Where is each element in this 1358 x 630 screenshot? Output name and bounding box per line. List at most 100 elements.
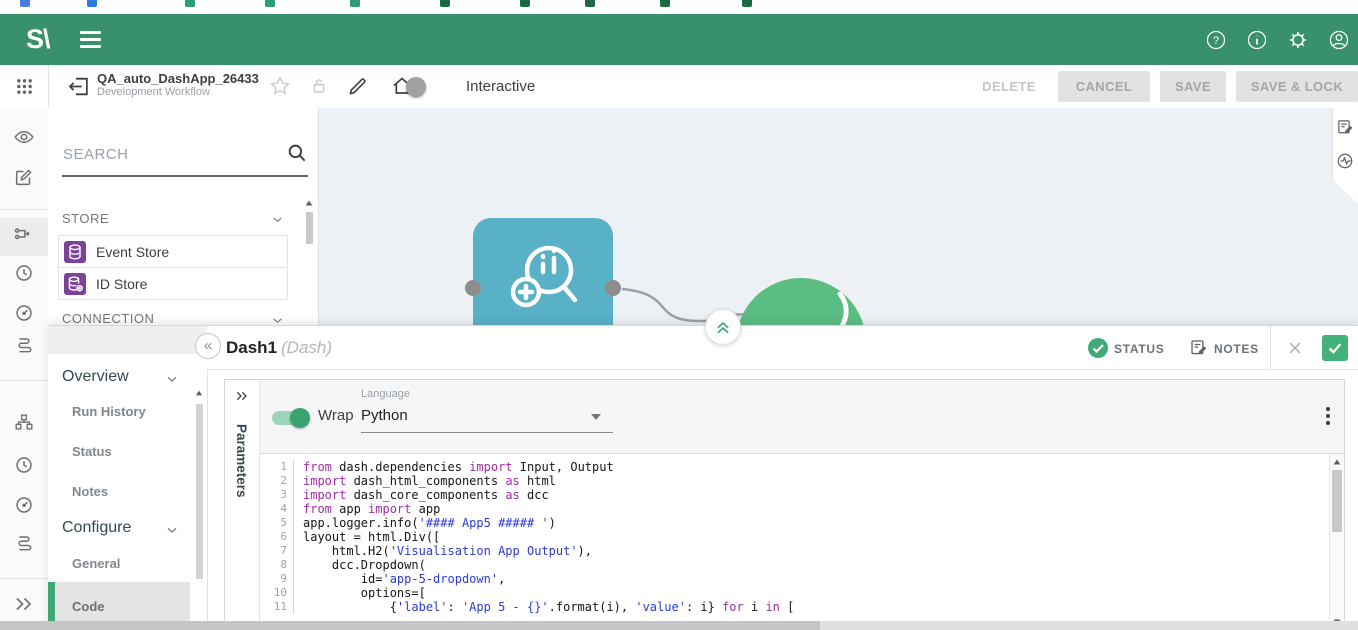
browser-tab-favicon[interactable] [520, 0, 530, 7]
activity-pulse-icon[interactable] [1336, 152, 1354, 170]
browser-tab-favicon[interactable] [185, 0, 195, 7]
node-palette: STORE Event Store ID Store CONNECTION [48, 108, 319, 325]
line-number: 11 [260, 600, 294, 614]
code-editor[interactable]: 1from dash.dependencies import Input, Ou… [260, 454, 1330, 630]
search-input[interactable] [61, 140, 285, 168]
editor-vertical-scrollbar[interactable] [1329, 454, 1344, 630]
expand-rail-chevrons-icon[interactable] [0, 586, 48, 622]
collapse-panel-left-icon[interactable]: « [195, 333, 221, 359]
window-horizontal-scrollbar[interactable] [0, 621, 1358, 630]
line-number: 1 [260, 460, 294, 474]
node-output-port[interactable] [605, 280, 621, 296]
panel-header: Dash1 (Dash) STATUS NOTES [207, 326, 1358, 370]
status-check-icon[interactable] [1088, 338, 1108, 358]
nav-item-general[interactable]: General [72, 556, 120, 571]
status-button[interactable]: STATUS [1114, 342, 1164, 356]
browser-tab-favicon[interactable] [87, 0, 97, 7]
editor-menu-kebab-icon[interactable] [1326, 407, 1330, 425]
browser-tab-favicon[interactable] [660, 0, 670, 7]
editor-scrollbar-thumb[interactable] [1332, 470, 1342, 532]
search-icon[interactable] [286, 142, 309, 165]
notes-button[interactable]: NOTES [1214, 342, 1259, 356]
code-line: 9 id='app-5-dropdown', [260, 572, 1330, 586]
dashboard-gauge-icon-2[interactable] [0, 487, 48, 523]
scroll-up-icon[interactable] [1334, 459, 1341, 464]
apply-checkbox[interactable] [1322, 335, 1348, 361]
nav-scrollbar-thumb[interactable] [196, 404, 203, 579]
history-clock-icon[interactable] [0, 255, 48, 291]
left-icon-rail [0, 108, 49, 630]
save-and-lock-button[interactable]: SAVE & LOCK [1236, 71, 1358, 102]
palette-item-event-store[interactable]: Event Store [58, 235, 288, 268]
language-select[interactable]: Language Python [361, 388, 613, 433]
unlock-icon[interactable] [308, 75, 330, 97]
settings-gear-icon[interactable] [1287, 29, 1309, 51]
nav-scroll-up-icon[interactable] [196, 391, 202, 396]
nav-item-status[interactable]: Status [72, 444, 112, 459]
browser-tab-favicon[interactable] [440, 0, 450, 7]
code-line: 6layout = html.Div([ [260, 530, 1330, 544]
notes-icon[interactable] [1336, 118, 1354, 136]
visibility-eye-icon[interactable] [0, 119, 48, 155]
line-number: 3 [260, 488, 294, 502]
code-line: 4from app import app [260, 502, 1330, 516]
help-icon[interactable]: ? [1205, 29, 1227, 51]
header-divider [1270, 326, 1271, 369]
chevron-down-icon[interactable] [164, 522, 180, 538]
search-node[interactable] [473, 218, 613, 325]
chevron-down-icon[interactable] [270, 212, 285, 227]
workflow-pipeline-icon[interactable] [0, 218, 48, 256]
horizontal-scrollbar-thumb[interactable] [0, 621, 820, 630]
cancel-button[interactable]: CANCEL [1058, 71, 1150, 102]
browser-tab-favicon[interactable] [20, 0, 30, 7]
code-line: 10 options=[ [260, 586, 1330, 600]
config-nav: Overview Run History Status Notes Config… [48, 354, 208, 630]
history-clock-icon-2[interactable] [0, 447, 48, 483]
account-icon[interactable] [1328, 29, 1350, 51]
interactive-label: Interactive [466, 78, 535, 95]
edit-pencil-icon[interactable] [346, 74, 370, 98]
queue-stack-icon-2[interactable] [0, 525, 48, 561]
wrap-toggle[interactable] [272, 411, 306, 425]
node-glyph-fragment [840, 294, 846, 325]
nav-group-overview[interactable]: Overview [62, 368, 129, 386]
compose-edit-icon[interactable] [0, 159, 48, 195]
notes-icon[interactable] [1189, 338, 1208, 357]
node-input-port[interactable] [465, 280, 481, 296]
queue-stack-icon[interactable] [0, 327, 48, 363]
browser-tab-favicon[interactable] [350, 0, 360, 7]
hierarchy-icon[interactable] [0, 404, 48, 440]
nav-item-notes[interactable]: Notes [72, 484, 108, 499]
palette-item-id-store[interactable]: ID Store [58, 267, 288, 300]
dashboard-gauge-icon[interactable] [0, 295, 48, 331]
palette-section-store[interactable]: STORE [62, 211, 109, 226]
chevron-down-icon[interactable] [164, 371, 180, 387]
expand-parameters-icon[interactable] [234, 388, 250, 404]
save-button[interactable]: SAVE [1160, 71, 1226, 102]
nav-group-configure[interactable]: Configure [62, 519, 131, 537]
palette-scrollbar-thumb[interactable] [306, 212, 313, 244]
line-number: 4 [260, 502, 294, 516]
browser-tab-favicon[interactable] [585, 0, 595, 7]
parameters-label[interactable]: Parameters [234, 424, 249, 498]
info-icon[interactable] [1246, 29, 1268, 51]
favorite-star-icon[interactable] [268, 74, 292, 98]
expand-panel-chevrons-icon[interactable] [705, 309, 741, 345]
palette-section-connection[interactable]: CONNECTION [62, 311, 154, 325]
browser-tab-favicon[interactable] [265, 0, 275, 7]
line-number: 6 [260, 530, 294, 544]
close-icon[interactable] [1286, 339, 1304, 357]
line-number: 9 [260, 572, 294, 586]
browser-tab-strip[interactable] [0, 0, 1358, 14]
code-line: 8 dcc.Dropdown( [260, 558, 1330, 572]
delete-button[interactable]: DELETE [970, 71, 1048, 102]
palette-scroll-up-icon[interactable] [306, 200, 313, 205]
chevron-down-icon[interactable] [270, 313, 285, 325]
code-line: 2import dash_html_components as html [260, 474, 1330, 488]
app-grid-icon[interactable] [0, 65, 49, 108]
menu-icon[interactable] [80, 31, 101, 48]
workflow-canvas[interactable] [319, 108, 1358, 325]
browser-tab-favicon[interactable] [742, 0, 752, 7]
nav-item-run-history[interactable]: Run History [72, 404, 146, 419]
back-to-list-icon[interactable] [66, 74, 91, 99]
